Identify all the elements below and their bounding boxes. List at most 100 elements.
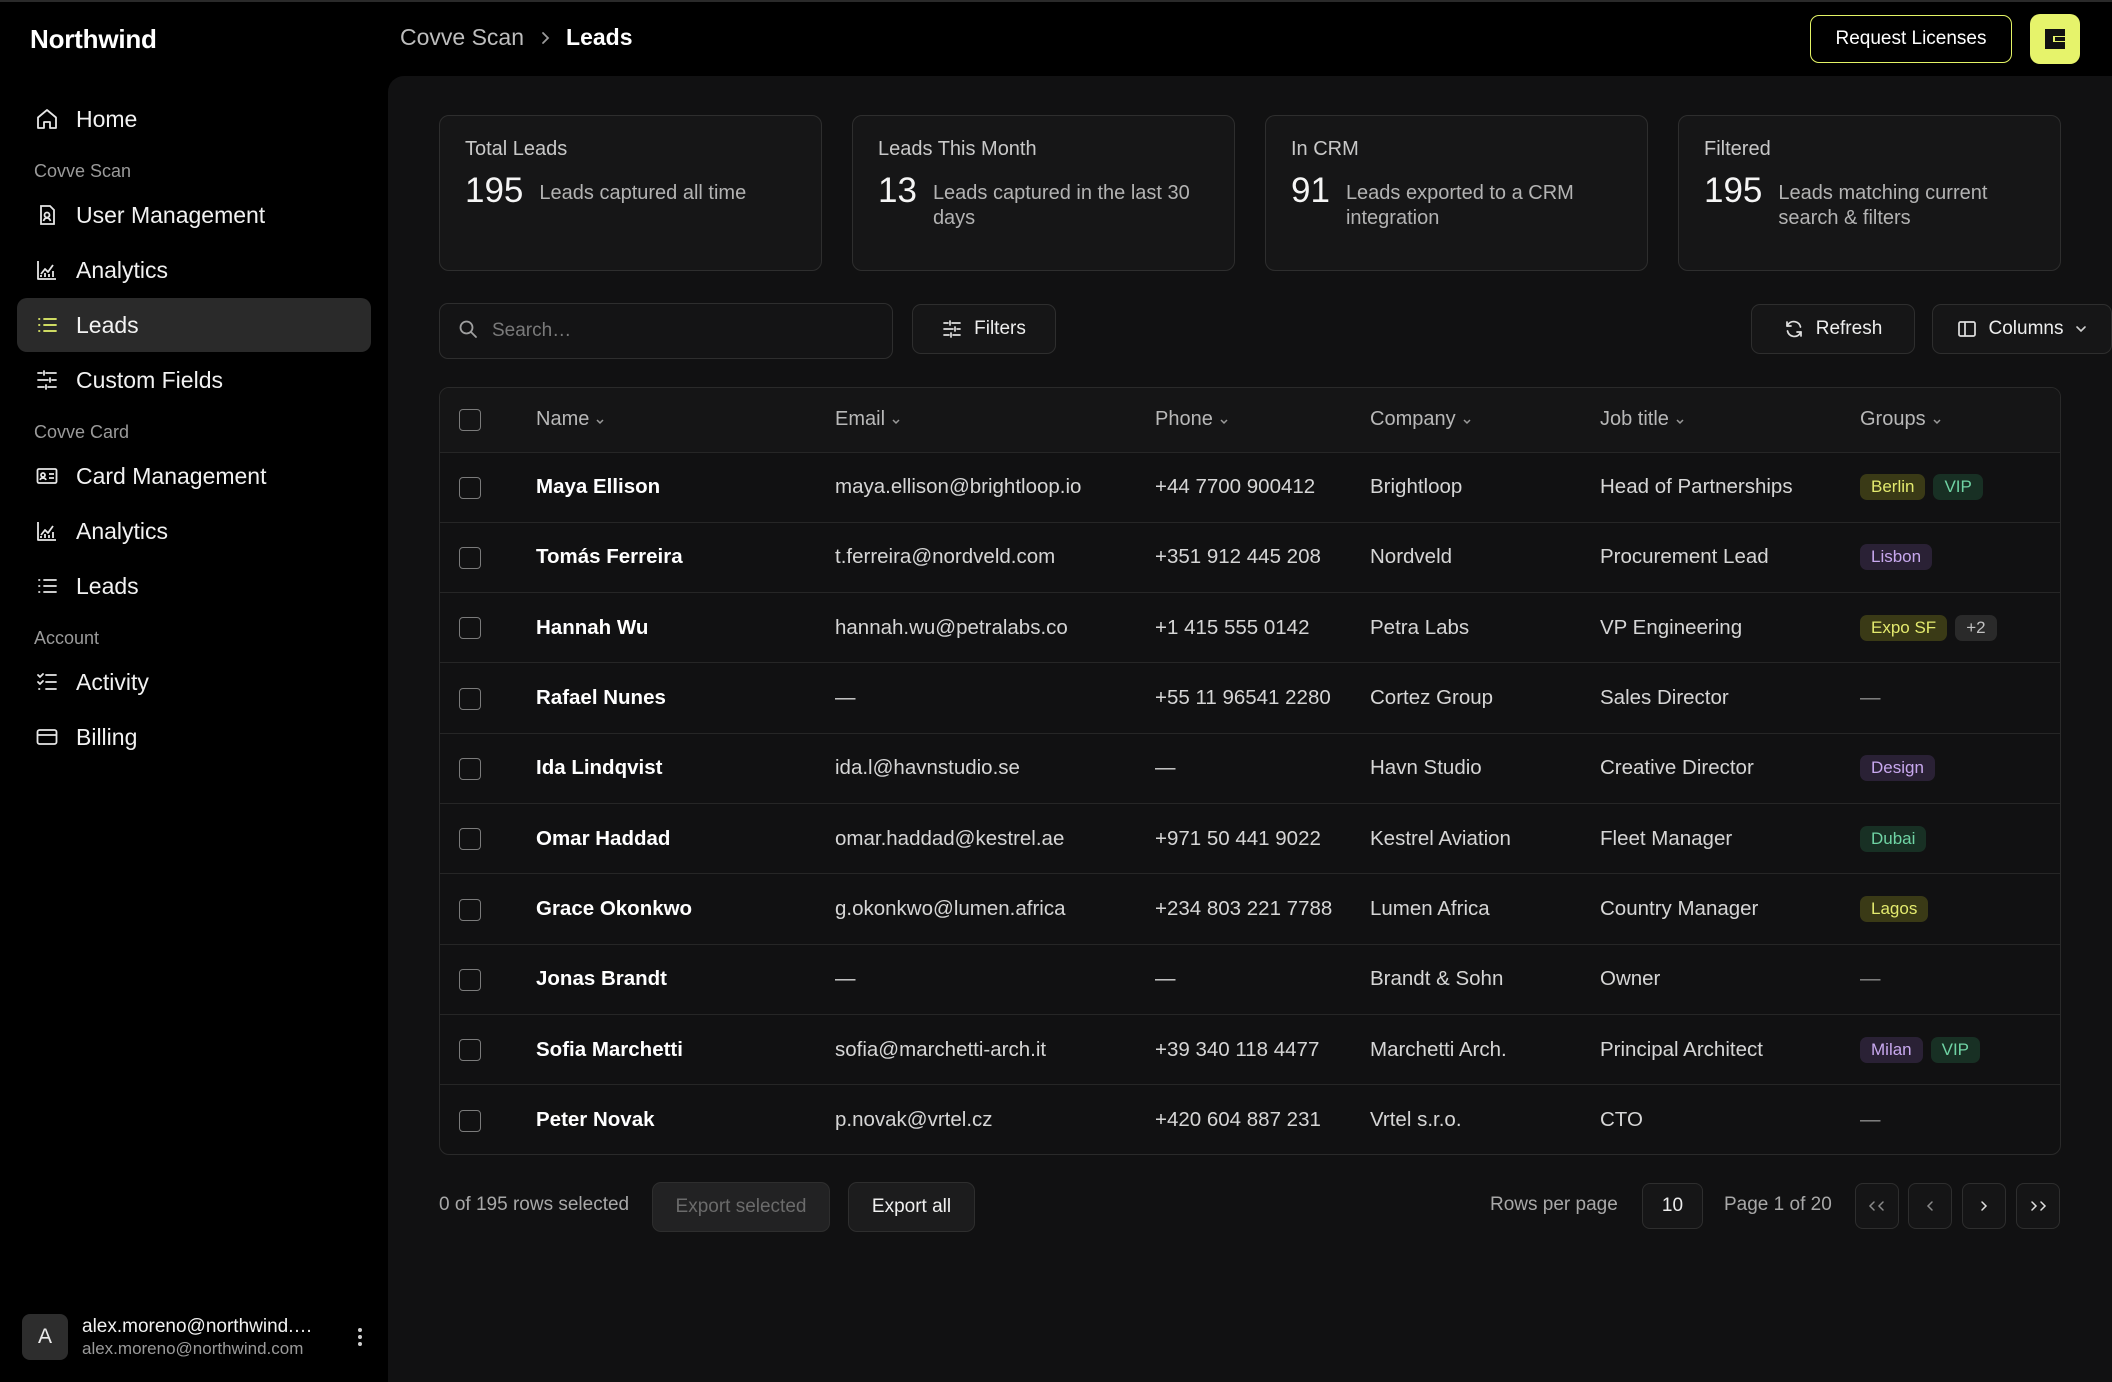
row-checkbox[interactable] xyxy=(459,757,481,780)
cell-company: Petra Labs xyxy=(1370,615,1470,639)
cell-company: Brightloop xyxy=(1370,475,1463,499)
export-all-button[interactable]: Export all xyxy=(848,1182,975,1232)
cell-company: Havn Studio xyxy=(1370,756,1482,780)
sidebar-item-card-analytics[interactable]: Analytics xyxy=(17,504,371,558)
sidebar-item-label: Home xyxy=(76,105,138,132)
column-header-phone[interactable]: Phone xyxy=(1155,388,1370,452)
row-checkbox-cell xyxy=(440,874,536,944)
sliders-icon xyxy=(34,367,60,393)
cell-job: CTO xyxy=(1600,1108,1643,1132)
row-checkbox[interactable] xyxy=(459,1039,481,1062)
refresh-button[interactable]: Refresh xyxy=(1751,304,1915,354)
chevrons-left-icon xyxy=(1868,1201,1884,1211)
search-input[interactable] xyxy=(492,320,872,342)
more-vertical-icon[interactable] xyxy=(350,1325,370,1349)
group-badge: Expo SF xyxy=(1860,614,1948,641)
cell-phone: +234 803 221 7788 xyxy=(1155,896,1333,920)
stat-description: Leads matching current search & filters xyxy=(1778,182,1988,229)
row-checkbox[interactable] xyxy=(459,617,481,640)
previous-page-button[interactable] xyxy=(1908,1183,1952,1229)
sidebar-item-card-management[interactable]: Card Management xyxy=(17,449,371,503)
row-checkbox[interactable] xyxy=(459,476,481,499)
cell-job: VP Engineering xyxy=(1600,615,1743,639)
sidebar-section-title: Account xyxy=(34,627,100,648)
sidebar-item-billing[interactable]: Billing xyxy=(17,710,371,764)
export-selected-button[interactable]: Export selected xyxy=(652,1182,830,1232)
rows-per-page-select[interactable]: 10 xyxy=(1642,1183,1703,1229)
cell-email: g.okonkwo@lumen.africa xyxy=(835,896,1066,920)
row-checkbox-cell xyxy=(440,733,536,803)
credit-card-icon xyxy=(34,724,60,750)
sidebar-item-user-management[interactable]: User Management xyxy=(17,188,371,242)
sidebar-item-leads[interactable]: Leads xyxy=(17,298,371,352)
sort-chevron-icon xyxy=(1462,408,1472,431)
first-page-button[interactable] xyxy=(1855,1183,1899,1229)
sidebar-item-card-leads[interactable]: Leads xyxy=(17,559,371,613)
row-checkbox[interactable] xyxy=(459,687,481,710)
cell-job: Owner xyxy=(1600,967,1661,991)
table-row[interactable]: Maya Ellison maya.ellison@brightloop.io +4… xyxy=(440,452,2060,522)
table-row[interactable]: Omar Haddad omar.haddad@kestrel.ae +971 50… xyxy=(440,803,2060,873)
columns-button[interactable]: Columns xyxy=(1932,304,2112,354)
sidebar: Northwind Home Covve Scan User Managemen… xyxy=(0,0,388,1382)
table-row[interactable]: Grace Okonkwo g.okonkwo@lumen.africa +234 … xyxy=(440,873,2060,944)
row-checkbox[interactable] xyxy=(459,547,481,570)
row-checkbox[interactable] xyxy=(459,898,481,921)
table-row[interactable]: Jonas Brandt — — Brandt & Sohn Owner — xyxy=(440,944,2060,1014)
sidebar-nav: Home Covve Scan User Management Analytic… xyxy=(17,92,371,765)
table-row[interactable]: Rafael Nunes — +55 11 96541 2280 Cortez Gro… xyxy=(440,662,2060,733)
cell-email: ida.l@havnstudio.se xyxy=(835,756,1020,780)
user-profile[interactable]: A alex.moreno@northwind.… alex.moreno@no… xyxy=(22,1313,372,1361)
stats-cards: Total Leads 195 Leads captured all time … xyxy=(439,115,2061,271)
table-row[interactable]: Ida Lindqvist ida.l@havnstudio.se — Havn St… xyxy=(440,733,2060,803)
column-header-name[interactable]: Name xyxy=(536,388,835,452)
columns-icon xyxy=(1957,321,1976,337)
filters-button[interactable]: Filters xyxy=(912,304,1056,354)
cell-company: Cortez Group xyxy=(1370,686,1494,710)
row-checkbox-cell xyxy=(440,452,536,522)
app-logo-icon[interactable] xyxy=(2030,14,2080,64)
empty-groups: — xyxy=(1860,967,1881,991)
last-page-button[interactable] xyxy=(2016,1183,2060,1229)
stat-card-filtered: Filtered 195 Leads matching current sear… xyxy=(1678,115,2061,271)
table-row[interactable]: Tomás Ferreira t.ferreira@nordveld.com +35… xyxy=(440,522,2060,592)
user-info: alex.moreno@northwind.… alex.moreno@nort… xyxy=(82,1316,322,1359)
sidebar-item-label: Custom Fields xyxy=(76,366,223,393)
column-header-groups[interactable]: Groups xyxy=(1860,388,2060,452)
sidebar-item-custom-fields[interactable]: Custom Fields xyxy=(17,353,371,407)
column-header-company[interactable]: Company xyxy=(1370,388,1600,452)
table-footer: 0 of 195 rows selected Export selected E… xyxy=(439,1182,2061,1232)
id-card-icon xyxy=(34,463,60,489)
cell-phone: +420 604 887 231 xyxy=(1155,1108,1321,1132)
sidebar-item-activity[interactable]: Activity xyxy=(17,655,371,709)
breadcrumb-parent[interactable]: Covve Scan xyxy=(400,24,524,51)
rows-per-page-label: Rows per page xyxy=(1490,1194,1618,1215)
cell-email: p.novak@vrtel.cz xyxy=(835,1108,993,1132)
request-licenses-button[interactable]: Request Licenses xyxy=(1810,15,2012,63)
cell-groups: Lagos xyxy=(1860,874,2060,944)
user-email: alex.moreno@northwind.com xyxy=(82,1338,304,1358)
row-checkbox[interactable] xyxy=(459,828,481,851)
stat-title: In CRM xyxy=(1291,138,1359,160)
sidebar-item-home[interactable]: Home xyxy=(17,92,371,146)
cell-phone: — xyxy=(1155,967,1176,991)
table-row[interactable]: Sofia Marchetti sofia@marchetti-arch.it +3… xyxy=(440,1014,2060,1084)
column-header-email[interactable]: Email xyxy=(835,388,1155,452)
table-row[interactable]: Peter Novak p.novak@vrtel.cz +420 604 887 … xyxy=(440,1084,2060,1154)
select-all-checkbox[interactable] xyxy=(459,408,481,431)
cell-email: — xyxy=(835,686,856,710)
stat-value: 195 xyxy=(465,171,524,210)
chevron-right-icon xyxy=(540,31,550,45)
next-page-button[interactable] xyxy=(1962,1183,2006,1229)
column-header-label: Phone xyxy=(1155,408,1213,431)
sidebar-item-analytics[interactable]: Analytics xyxy=(17,243,371,297)
table-row[interactable]: Hannah Wu hannah.wu@petralabs.co +1 415 55… xyxy=(440,592,2060,663)
cell-email: hannah.wu@petralabs.co xyxy=(835,615,1068,639)
column-header-job-title[interactable]: Job title xyxy=(1600,388,1860,452)
row-checkbox-cell xyxy=(440,1085,536,1154)
checklist-icon xyxy=(34,669,60,695)
cell-groups: Dubai xyxy=(1860,803,2060,873)
cell-phone: +39 340 118 4477 xyxy=(1155,1037,1320,1061)
row-checkbox[interactable] xyxy=(459,1109,481,1132)
row-checkbox[interactable] xyxy=(459,968,481,991)
